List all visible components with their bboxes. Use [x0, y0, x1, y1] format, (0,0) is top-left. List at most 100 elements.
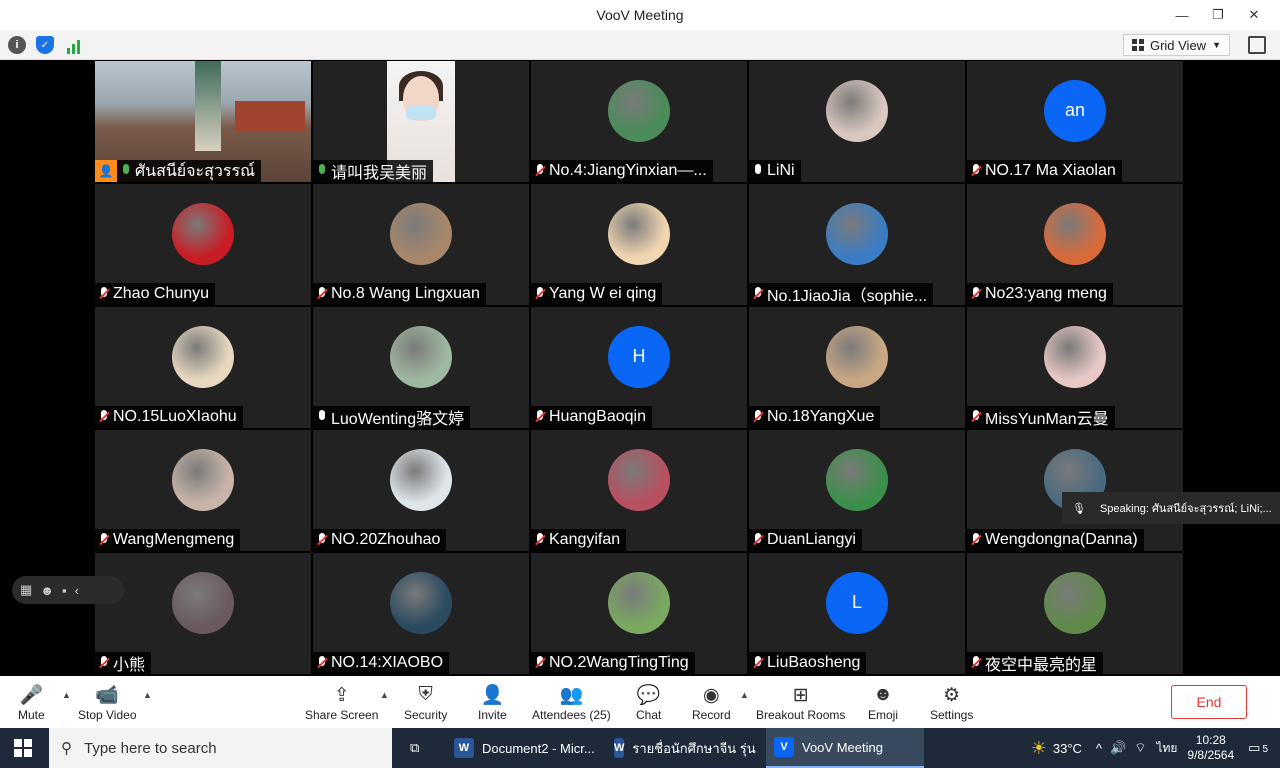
record-icon: ◉ — [703, 684, 720, 706]
fullscreen-icon[interactable] — [1248, 36, 1266, 54]
chat-label: Chat — [636, 708, 662, 722]
smiley-icon: ☻ — [873, 684, 893, 705]
emoji-button[interactable]: ☻ Emoji — [868, 682, 898, 722]
participant-name-bar: MissYunMan云曼 — [967, 406, 1115, 428]
mute-options-caret[interactable]: ▲ — [62, 690, 71, 700]
minimize-icon[interactable]: — — [1164, 4, 1200, 26]
participant-tile[interactable]: Kangyifan — [531, 430, 747, 551]
participant-tile[interactable]: L LiuBaosheng — [749, 553, 965, 674]
video-options-caret[interactable]: ▲ — [143, 690, 152, 700]
participant-tile[interactable]: Yang W ei qing — [531, 184, 747, 305]
participant-tile[interactable]: LuoWenting骆文婷 — [313, 307, 529, 428]
attendees-button[interactable]: 👥 Attendees (25) — [532, 682, 611, 722]
participant-tile[interactable]: H HuangBaoqin — [531, 307, 747, 428]
participant-name-bar: DuanLiangyi — [749, 529, 862, 551]
participant-name: MissYunMan云曼 — [985, 411, 1109, 428]
participant-tile[interactable]: WangMengmeng — [95, 430, 311, 551]
mic-icon — [317, 164, 327, 178]
participant-tile[interactable]: an NO.17 Ma Xiaolan — [967, 61, 1183, 182]
end-button[interactable]: End — [1171, 685, 1247, 719]
participant-tile[interactable]: No.8 Wang Lingxuan — [313, 184, 529, 305]
info-icon[interactable]: i — [8, 36, 26, 54]
participant-tile[interactable]: MissYunMan云曼 — [967, 307, 1183, 428]
avatar — [608, 571, 670, 634]
participant-tile[interactable]: 夜空中最亮的星 — [967, 553, 1183, 674]
participant-name: HuangBaoqin — [549, 408, 646, 425]
share-screen-button[interactable]: ⇪ Share Screen — [305, 682, 378, 723]
participant-name-bar: Kangyifan — [531, 529, 627, 551]
collapse-icon[interactable]: ‹ — [75, 583, 79, 598]
mic-muted-icon — [99, 410, 109, 424]
breakout-rooms-button[interactable]: ⊞ Breakout Rooms — [756, 682, 845, 723]
task-label: Document2 - Micr... — [482, 740, 595, 756]
participant-name-bar: 夜空中最亮的星 — [967, 652, 1104, 674]
windows-start-icon[interactable] — [14, 739, 32, 757]
taskbar-search[interactable]: ⚲ Type here to search — [49, 728, 392, 768]
record-options-caret[interactable]: ▲ — [740, 690, 749, 700]
signal-icon[interactable] — [64, 36, 82, 54]
participant-tile[interactable]: 请叫我吴美丽 — [313, 61, 529, 182]
participant-name-bar: 小熊 — [95, 652, 152, 674]
weather-icon[interactable]: ☀ — [1031, 738, 1047, 759]
participant-name-bar: WangMengmeng — [95, 529, 241, 551]
participant-tile[interactable]: NO.2WangTingTing — [531, 553, 747, 674]
participant-tile[interactable]: Zhao Chunyu — [95, 184, 311, 305]
security-button[interactable]: ⛨ Security — [404, 682, 447, 722]
camera-icon: 📹 — [95, 685, 120, 706]
participant-tile[interactable]: No.4:JiangYinxian—... — [531, 61, 747, 182]
participant-tile[interactable]: LiNi — [749, 61, 965, 182]
chat-icon: 💬 — [636, 685, 661, 706]
emoji-icon[interactable]: ☻ — [40, 583, 54, 598]
invite-button[interactable]: 👤 Invite — [478, 682, 507, 722]
taskbar-word-doc-2[interactable]: W รายชื่อนักศึกษาจีน รุ่น ... — [606, 728, 760, 768]
avatar — [172, 448, 234, 511]
layout-icon[interactable]: ▦ — [20, 582, 32, 598]
participant-tile[interactable]: 👤 ศันสนีย์จะสุวรรณ์ — [95, 61, 311, 182]
participant-name: ศันสนีย์จะสุวรรณ์ — [135, 162, 255, 180]
chat-button[interactable]: 💬 Chat — [636, 682, 661, 722]
notification-icon[interactable]: ▭ 5 — [1248, 740, 1268, 756]
participant-tile[interactable]: No.18YangXue — [749, 307, 965, 428]
participant-name: 小熊 — [113, 657, 146, 674]
shield-icon[interactable]: ✓ — [36, 36, 54, 54]
temperature: 33°C — [1052, 740, 1082, 756]
volume-icon[interactable]: 🔊 — [1110, 740, 1126, 756]
clock[interactable]: 10:28 9/8/2564 — [1187, 733, 1234, 763]
meeting-info-bar: i ✓ Grid View ▼ — [0, 30, 1280, 60]
taskbar-voov[interactable]: V VooV Meeting — [766, 728, 924, 768]
record-label: Record — [692, 708, 731, 722]
participant-name: NO.20Zhouhao — [331, 531, 441, 548]
task-view-icon[interactable]: ⧉ — [402, 728, 442, 768]
participant-name-bar: No.18YangXue — [749, 406, 881, 428]
mic-muted-icon — [99, 287, 109, 301]
participant-tile[interactable]: DuanLiangyi — [749, 430, 965, 551]
avatar: L — [826, 571, 888, 634]
participant-name: Yang W ei qing — [549, 285, 657, 302]
stop-video-button[interactable]: 📹 Stop Video — [78, 682, 137, 722]
windows-taskbar: ⚲ Type here to search ⧉ W Document2 - Mic… — [0, 728, 1280, 768]
wifi-icon[interactable]: ⌔ — [1134, 740, 1146, 756]
grid-view-dropdown[interactable]: Grid View ▼ — [1122, 34, 1230, 56]
settings-button[interactable]: ⚙ Settings — [930, 682, 973, 723]
participant-tile[interactable]: No23:yang meng — [967, 184, 1183, 305]
participant-tile[interactable]: NO.20Zhouhao — [313, 430, 529, 551]
language-indicator[interactable]: ไทย — [1156, 739, 1177, 758]
record-button[interactable]: ◉ Record — [692, 682, 731, 723]
mic-muted-icon — [317, 287, 327, 301]
participant-name-bar: NO.20Zhouhao — [313, 529, 447, 551]
mic-muted-icon — [535, 410, 545, 424]
chevron-up-icon[interactable]: ^ — [1096, 741, 1102, 756]
participant-tile[interactable]: Wengdongna(Danna) — [967, 430, 1183, 551]
taskbar-word-doc[interactable]: W Document2 - Micr... — [446, 728, 600, 768]
share-options-caret[interactable]: ▲ — [380, 690, 389, 700]
shield-icon: ⛨ — [418, 684, 433, 705]
restore-icon[interactable]: ❐ — [1200, 4, 1236, 26]
chat-icon[interactable]: ▪ — [62, 583, 67, 598]
mute-button[interactable]: 🎤 Mute — [18, 682, 45, 722]
participant-name-bar: No.1JiaoJia（sophie... — [749, 283, 934, 305]
participant-tile[interactable]: 小熊 — [95, 553, 311, 674]
participant-tile[interactable]: NO.14:XIAOBO — [313, 553, 529, 674]
participant-tile[interactable]: NO.15LuoXIaohu — [95, 307, 311, 428]
close-icon[interactable]: ✕ — [1236, 4, 1272, 26]
participant-tile[interactable]: No.1JiaoJia（sophie... — [749, 184, 965, 305]
